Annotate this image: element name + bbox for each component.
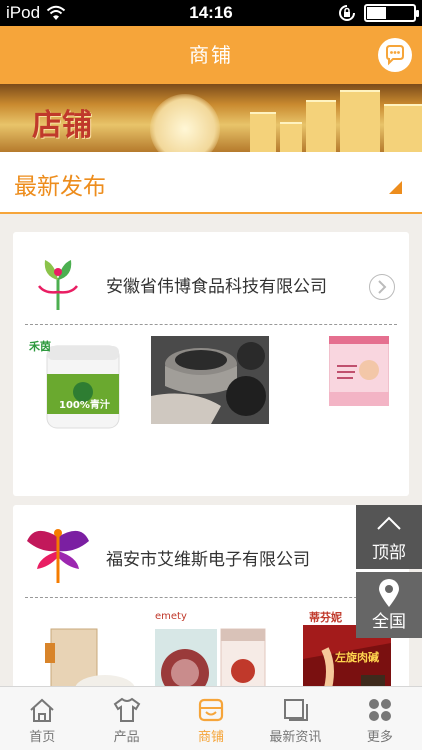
shop-card[interactable]: 安徽省伟博食品科技有限公司 禾茵 100%青汁: [13, 232, 409, 496]
company-name[interactable]: 福安市艾维斯电子有限公司: [106, 545, 310, 570]
divider: [25, 324, 397, 325]
tab-home[interactable]: 首页: [0, 687, 84, 750]
shop-banner: 店铺: [0, 84, 422, 152]
company-logo: [25, 523, 91, 589]
product-label: 左旋肉碱: [335, 651, 379, 664]
shop-detail-button[interactable]: [369, 274, 395, 300]
banner-building: [250, 112, 276, 152]
product-thumbnail[interactable]: [25, 609, 141, 695]
banner-building: [340, 90, 380, 152]
shirt-icon: [113, 697, 140, 722]
chat-button[interactable]: [378, 38, 412, 72]
tab-label: 更多: [366, 730, 393, 745]
tab-more[interactable]: 更多: [338, 687, 422, 750]
region-button[interactable]: 全国: [356, 572, 422, 638]
product-image: [25, 609, 141, 695]
divider: [25, 597, 397, 598]
region-label: 全国: [372, 612, 406, 632]
banner-building: [306, 100, 336, 152]
company-logo: [25, 250, 91, 316]
corner-triangle-icon: [389, 181, 402, 194]
tab-label: 最新资讯: [269, 730, 322, 745]
shop-icon: [198, 698, 224, 722]
product-image: [151, 336, 269, 424]
battery-icon: [364, 4, 419, 22]
product-brand: 蒂芬妮: [309, 611, 342, 624]
product-label: 100%青汁: [59, 400, 110, 411]
banner-building: [384, 104, 422, 152]
nav-bar: 商铺: [0, 26, 422, 84]
section-header: 最新发布: [0, 152, 422, 214]
tab-products[interactable]: 产品: [84, 687, 168, 750]
tab-label: 首页: [29, 730, 56, 745]
home-icon: [30, 698, 54, 722]
chevron-up-icon: [377, 516, 401, 530]
banner-moon: [150, 94, 220, 152]
tab-label: 商铺: [198, 730, 225, 745]
product-brand: 禾茵: [29, 340, 51, 353]
shop-card-header[interactable]: 安徽省伟博食品科技有限公司: [13, 232, 409, 324]
tab-bar: 首页 产品 商铺 最新资讯 更多: [0, 686, 422, 750]
product-row: 禾茵 100%青汁: [25, 335, 397, 436]
product-thumbnail[interactable]: emety: [151, 609, 269, 695]
back-to-top-button[interactable]: 顶部: [356, 505, 422, 569]
back-to-top-label: 顶部: [372, 543, 406, 563]
chat-icon: [386, 45, 404, 66]
chevron-right-icon: [378, 280, 387, 294]
product-brand: emety: [155, 611, 187, 622]
tab-shops[interactable]: 商铺: [169, 687, 253, 750]
product-thumbnail[interactable]: [151, 336, 269, 432]
company-name[interactable]: 安徽省伟博食品科技有限公司: [106, 272, 327, 297]
shop-card[interactable]: 福安市艾维斯电子有限公司 emety 蒂芬妮 左旋肉碱: [13, 505, 409, 695]
location-pin-icon: [379, 579, 399, 607]
product-image: [328, 335, 390, 407]
tab-label: 产品: [113, 730, 140, 745]
page-title: 商铺: [189, 43, 233, 67]
news-icon: [284, 699, 309, 721]
product-thumbnail[interactable]: 禾茵 100%青汁: [25, 336, 141, 432]
banner-title: 店铺: [32, 108, 92, 143]
product-row: emety 蒂芬妮 左旋肉碱: [25, 609, 397, 695]
more-icon: [368, 699, 391, 721]
rotation-lock-icon: [339, 5, 355, 21]
product-thumbnail[interactable]: [328, 335, 390, 432]
tab-news[interactable]: 最新资讯: [253, 687, 337, 750]
banner-building: [280, 122, 302, 152]
shop-card-header[interactable]: 福安市艾维斯电子有限公司: [13, 505, 409, 597]
section-title: 最新发布: [14, 174, 106, 200]
status-bar: iPod 14:16: [0, 0, 422, 26]
